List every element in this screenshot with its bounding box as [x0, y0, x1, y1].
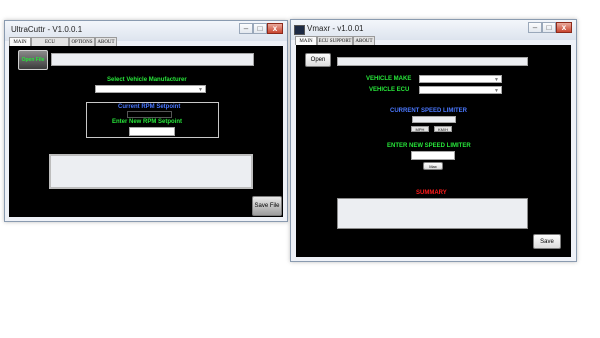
open-label: Open [310, 57, 326, 63]
maximize-button[interactable]: □ [542, 22, 556, 33]
main-panel: Open File Select Vehicle Manufacturer ▼ … [9, 46, 283, 217]
ultracuttr-window: UltraCuttr - V1.0.0.1 – □ x MAIN ECU COV… [4, 20, 288, 222]
kmh-button[interactable]: KM/H [434, 126, 452, 132]
select-manufacturer-label: Select Vehicle Manufacturer [107, 77, 187, 83]
rpm-group: Current RPM Setpoint Enter New RPM Setpo… [86, 102, 219, 138]
max-button[interactable]: Max [423, 162, 443, 170]
file-path-field[interactable] [337, 57, 528, 66]
tab-ecu-support[interactable]: ECU SUPPORT [317, 36, 353, 45]
save-file-button[interactable]: Save File [252, 196, 282, 216]
current-speed-label: CURRENT SPEED LIMITER [390, 108, 468, 114]
open-button[interactable]: Open [305, 53, 331, 67]
main-panel: Open VEHICLE MAKE ▼ VEHICLE ECU ▼ CURREN… [296, 45, 571, 257]
chevron-down-icon: ▼ [198, 87, 203, 93]
manufacturer-dropdown[interactable]: ▼ [95, 85, 206, 93]
mph-button[interactable]: MPH [411, 126, 429, 132]
current-speed-field [412, 116, 456, 123]
tab-ecu-coverage[interactable]: ECU COVERAGE [31, 37, 69, 54]
summary-box [337, 198, 528, 229]
save-button[interactable]: Save [533, 234, 561, 249]
window-title: UltraCuttr - V1.0.0.1 [11, 25, 83, 34]
log-output-box [49, 154, 253, 189]
minimize-button[interactable]: – [239, 23, 253, 34]
new-rpm-input[interactable] [129, 127, 175, 136]
new-rpm-label: Enter New RPM Setpoint [112, 119, 183, 125]
tab-about[interactable]: ABOUT [95, 37, 117, 46]
current-rpm-label: Current RPM Setpoint [118, 104, 181, 110]
vehicle-ecu-dropdown[interactable]: ▼ [419, 86, 502, 94]
close-button[interactable]: x [267, 23, 283, 34]
window-title: Vmaxr - v1.0.01 [307, 24, 364, 33]
open-file-button[interactable]: Open File [18, 50, 48, 70]
tab-about[interactable]: ABOUT [353, 36, 375, 45]
chevron-down-icon: ▼ [494, 88, 499, 94]
close-button[interactable]: x [556, 22, 572, 33]
vehicle-make-dropdown[interactable]: ▼ [419, 75, 502, 83]
tab-main[interactable]: MAIN [9, 37, 31, 46]
minimize-button[interactable]: – [528, 22, 542, 33]
maximize-button[interactable]: □ [253, 23, 267, 34]
chevron-down-icon: ▼ [494, 77, 499, 83]
save-label: Save [540, 239, 554, 245]
summary-label: SUMMARY [416, 190, 447, 196]
open-file-label: Open File [21, 57, 45, 63]
file-path-field[interactable] [51, 53, 254, 66]
save-file-label: Save File [254, 203, 280, 209]
current-rpm-field [127, 111, 172, 118]
vehicle-make-label: VEHICLE MAKE [366, 76, 412, 82]
tab-options[interactable]: OPTIONS [69, 37, 95, 46]
max-label: Max [429, 164, 437, 169]
new-speed-label: ENTER NEW SPEED LIMITER [387, 143, 471, 149]
app-icon [294, 25, 305, 35]
tab-main[interactable]: MAIN [295, 36, 317, 45]
new-speed-input[interactable] [411, 151, 455, 160]
vmaxr-window: Vmaxr - v1.0.01 – □ x MAIN ECU SUPPORT A… [290, 19, 577, 262]
vehicle-ecu-label: VEHICLE ECU [369, 87, 410, 93]
